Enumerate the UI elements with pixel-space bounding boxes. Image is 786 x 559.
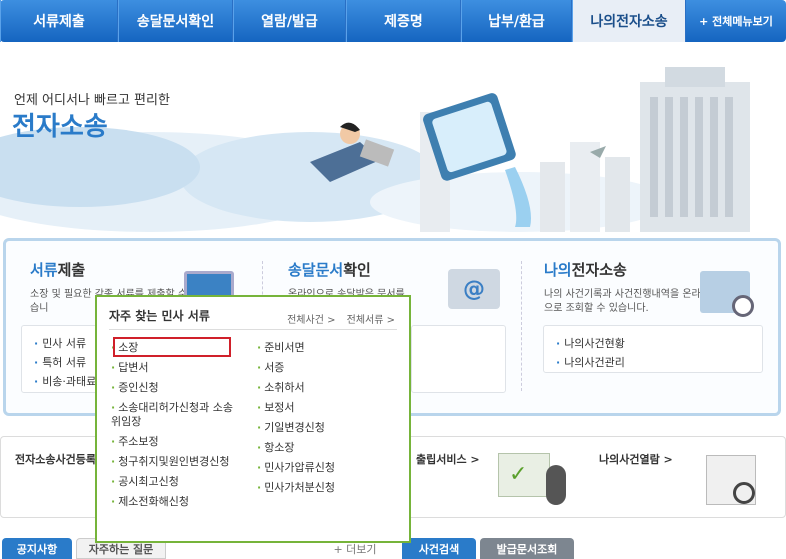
doc-link[interactable]: 민사가압류신청 <box>257 461 397 475</box>
doc-link[interactable]: 공시최고신청 <box>111 475 251 489</box>
tab-issued-doc-search[interactable]: 발급문서조회 <box>480 538 574 559</box>
doc-link[interactable]: 답변서 <box>111 361 251 375</box>
popup-links: 전체사건 > 전체서류 > <box>279 311 395 326</box>
document-search-icon <box>706 455 756 505</box>
ecase-register-link[interactable]: 전자소송사건등록 <box>15 451 96 467</box>
doc-link[interactable]: 증인신청 <box>111 381 251 395</box>
doc-link[interactable]: 제소전화해신청 <box>111 495 251 509</box>
popup-title: 자주 찾는 민사 서류 <box>109 309 210 323</box>
folder-at-icon: @ <box>448 269 500 309</box>
doc-link[interactable]: 서증 <box>257 361 397 375</box>
highlight-box <box>113 337 231 357</box>
all-menu-button[interactable]: + 전체메뉴보기 <box>686 0 786 42</box>
hero-title: 전자소송 <box>12 112 108 142</box>
frequent-docs-popup: 자주 찾는 민사 서류 전체사건 > 전체서류 > 소장 답변서 증인신청 소송… <box>95 295 411 543</box>
nav-view-issue[interactable]: 열람/발급 <box>233 0 346 42</box>
left-doc-list: 소장 답변서 증인신청 소송대리허가신청과 소송위임장 주소보정 청구취지및원인… <box>111 341 251 515</box>
hero-illustration <box>0 67 750 232</box>
all-docs-link[interactable]: 전체서류 > <box>347 315 395 326</box>
nav-delivery-check[interactable]: 송달문서확인 <box>118 0 233 42</box>
nav-payment-refund[interactable]: 납부/환급 <box>461 0 572 42</box>
nav-certificate[interactable]: 제증명 <box>346 0 461 42</box>
folder-search-icon <box>700 271 754 317</box>
my-case-view-link[interactable]: 나의사건열람 > <box>599 451 673 467</box>
doc-link[interactable]: 항소장 <box>257 441 397 455</box>
section-title[interactable]: 나의전자소송 <box>544 259 714 280</box>
section-title[interactable]: 송달문서확인 <box>288 259 458 280</box>
hero-banner: 언제 어디서나 빠르고 편리한 전자소송 <box>0 42 786 232</box>
microphone-icon <box>546 465 566 505</box>
doc-link[interactable]: 소송대리허가신청과 소송위임장 <box>111 401 236 429</box>
top-navigation: 서류제출 송달문서확인 열람/발급 제증명 납부/환급 나의전자소송 + 전체메… <box>0 0 786 42</box>
doc-link[interactable]: 보정서 <box>257 401 397 415</box>
divider <box>109 329 397 330</box>
doc-link[interactable]: 주소보정 <box>111 435 251 449</box>
doc-link[interactable]: 민사가처분신청 <box>257 481 397 495</box>
nav-my-ecourt[interactable]: 나의전자소송 <box>572 0 686 42</box>
doc-link[interactable]: 소취하서 <box>257 381 397 395</box>
section-my-ecourt: 나의전자소송 나의 사건기록과 사건진행내역을 온라인으로 조회할 수 있습니다… <box>544 259 714 316</box>
tab-notice[interactable]: 공지사항 <box>2 538 72 559</box>
list-item[interactable]: 나의사건현황 <box>556 334 762 353</box>
doc-link[interactable]: 준비서면 <box>257 341 397 355</box>
section-desc: 나의 사건기록과 사건진행내역을 온라인으로 조회할 수 있습니다. <box>544 289 710 314</box>
nav-document-submit[interactable]: 서류제출 <box>0 0 118 42</box>
all-cases-link[interactable]: 전체사건 > <box>287 315 335 326</box>
tab-case-search[interactable]: 사건검색 <box>402 538 476 559</box>
doc-link[interactable]: 청구취지및원인변경신청 <box>111 455 236 469</box>
divider <box>521 261 522 391</box>
right-doc-list: 준비서면 서증 소취하서 보정서 기일변경신청 항소장 민사가압류신청 민사가처… <box>257 341 397 501</box>
doc-link[interactable]: 기일변경신청 <box>257 421 397 435</box>
calendar-check-icon: ✓ <box>498 453 550 497</box>
delivery-list-box <box>411 325 506 393</box>
list-item[interactable]: 나의사건관리 <box>556 353 762 372</box>
service-link[interactable]: 출립서비스 > <box>416 451 480 467</box>
mycase-list-box: 나의사건현황 나의사건관리 <box>543 325 763 373</box>
section-title[interactable]: 서류제출 <box>30 259 200 280</box>
